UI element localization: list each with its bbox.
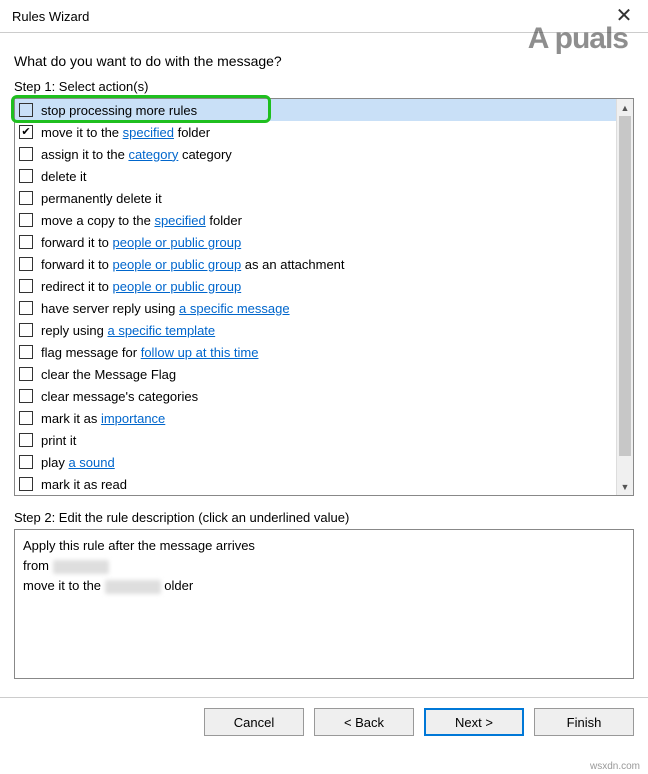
action-row[interactable]: play a sound <box>15 451 616 473</box>
wizard-buttons: Cancel < Back Next > Finish <box>0 698 648 748</box>
action-row[interactable]: flag message for follow up at this time <box>15 341 616 363</box>
action-label: have server reply using a specific messa… <box>41 301 290 316</box>
action-link[interactable]: people or public group <box>113 279 242 294</box>
action-checkbox[interactable] <box>19 477 33 491</box>
action-label: forward it to people or public group <box>41 235 241 250</box>
cancel-button[interactable]: Cancel <box>204 708 304 736</box>
action-checkbox[interactable] <box>19 213 33 227</box>
action-row[interactable]: clear message's categories <box>15 385 616 407</box>
action-label: move a copy to the specified folder <box>41 213 242 228</box>
action-row[interactable]: move a copy to the specified folder <box>15 209 616 231</box>
action-row[interactable]: reply using a specific template <box>15 319 616 341</box>
action-row[interactable]: assign it to the category category <box>15 143 616 165</box>
action-label: delete it <box>41 169 87 184</box>
watermark: wsxdn.com <box>590 761 640 772</box>
action-checkbox[interactable] <box>19 125 33 139</box>
action-row[interactable]: forward it to people or public group <box>15 231 616 253</box>
finish-button[interactable]: Finish <box>534 708 634 736</box>
action-checkbox[interactable] <box>19 433 33 447</box>
action-label: play a sound <box>41 455 115 470</box>
desc-line-3: move it to the older <box>23 576 625 596</box>
action-row[interactable]: delete it <box>15 165 616 187</box>
action-checkbox[interactable] <box>19 301 33 315</box>
action-checkbox[interactable] <box>19 389 33 403</box>
action-row[interactable]: redirect it to people or public group <box>15 275 616 297</box>
action-label: stop processing more rules <box>41 103 197 118</box>
action-checkbox[interactable] <box>19 367 33 381</box>
action-checkbox[interactable] <box>19 103 33 117</box>
window-title: Rules Wizard <box>12 9 89 24</box>
action-checkbox[interactable] <box>19 169 33 183</box>
step2-label: Step 2: Edit the rule description (click… <box>14 510 634 525</box>
action-link[interactable]: specified <box>123 125 174 140</box>
action-label: print it <box>41 433 76 448</box>
scroll-thumb[interactable] <box>619 116 631 456</box>
action-label: forward it to people or public group as … <box>41 257 345 272</box>
action-row[interactable]: mark it as importance <box>15 407 616 429</box>
redacted-value <box>53 560 109 574</box>
actions-scrollbar[interactable]: ▲ ▼ <box>616 99 633 495</box>
action-label: move it to the specified folder <box>41 125 210 140</box>
back-button[interactable]: < Back <box>314 708 414 736</box>
redacted-value <box>105 580 161 594</box>
action-link[interactable]: importance <box>101 411 165 426</box>
action-row[interactable]: have server reply using a specific messa… <box>15 297 616 319</box>
action-label: clear the Message Flag <box>41 367 176 382</box>
action-row[interactable]: forward it to people or public group as … <box>15 253 616 275</box>
action-row[interactable]: move it to the specified folder <box>15 121 616 143</box>
action-row[interactable]: mark it as read <box>15 473 616 495</box>
scroll-up-arrow-icon[interactable]: ▲ <box>617 99 633 116</box>
action-row[interactable]: clear the Message Flag <box>15 363 616 385</box>
action-checkbox[interactable] <box>19 191 33 205</box>
next-button[interactable]: Next > <box>424 708 524 736</box>
actions-listbox[interactable]: stop processing more rules move it to the… <box>14 98 634 496</box>
action-label: clear message's categories <box>41 389 198 404</box>
action-label: mark it as read <box>41 477 127 492</box>
action-link[interactable]: people or public group <box>113 235 242 250</box>
action-label: redirect it to people or public group <box>41 279 241 294</box>
action-row[interactable]: stop processing more rules <box>15 99 616 121</box>
action-label: assign it to the category category <box>41 147 232 162</box>
action-checkbox[interactable] <box>19 279 33 293</box>
action-label: flag message for follow up at this time <box>41 345 259 360</box>
action-link[interactable]: a sound <box>68 455 114 470</box>
brand-logo: A puals <box>528 22 628 56</box>
rule-description-box[interactable]: Apply this rule after the message arrive… <box>14 529 634 679</box>
action-row[interactable]: print it <box>15 429 616 451</box>
scroll-down-arrow-icon[interactable]: ▼ <box>617 478 633 495</box>
action-checkbox[interactable] <box>19 455 33 469</box>
action-checkbox[interactable] <box>19 257 33 271</box>
desc-line-1: Apply this rule after the message arrive… <box>23 536 625 556</box>
action-checkbox[interactable] <box>19 411 33 425</box>
action-link[interactable]: category <box>128 147 178 162</box>
action-link[interactable]: a specific message <box>179 301 290 316</box>
action-link[interactable]: specified <box>154 213 205 228</box>
action-checkbox[interactable] <box>19 345 33 359</box>
action-link[interactable]: follow up at this time <box>141 345 259 360</box>
desc-line-2: from <box>23 556 625 576</box>
action-label: permanently delete it <box>41 191 162 206</box>
step1-label: Step 1: Select action(s) <box>14 79 634 94</box>
action-row[interactable]: permanently delete it <box>15 187 616 209</box>
action-link[interactable]: a specific template <box>107 323 215 338</box>
action-checkbox[interactable] <box>19 147 33 161</box>
action-checkbox[interactable] <box>19 235 33 249</box>
action-link[interactable]: people or public group <box>113 257 242 272</box>
action-label: reply using a specific template <box>41 323 215 338</box>
action-checkbox[interactable] <box>19 323 33 337</box>
action-label: mark it as importance <box>41 411 165 426</box>
